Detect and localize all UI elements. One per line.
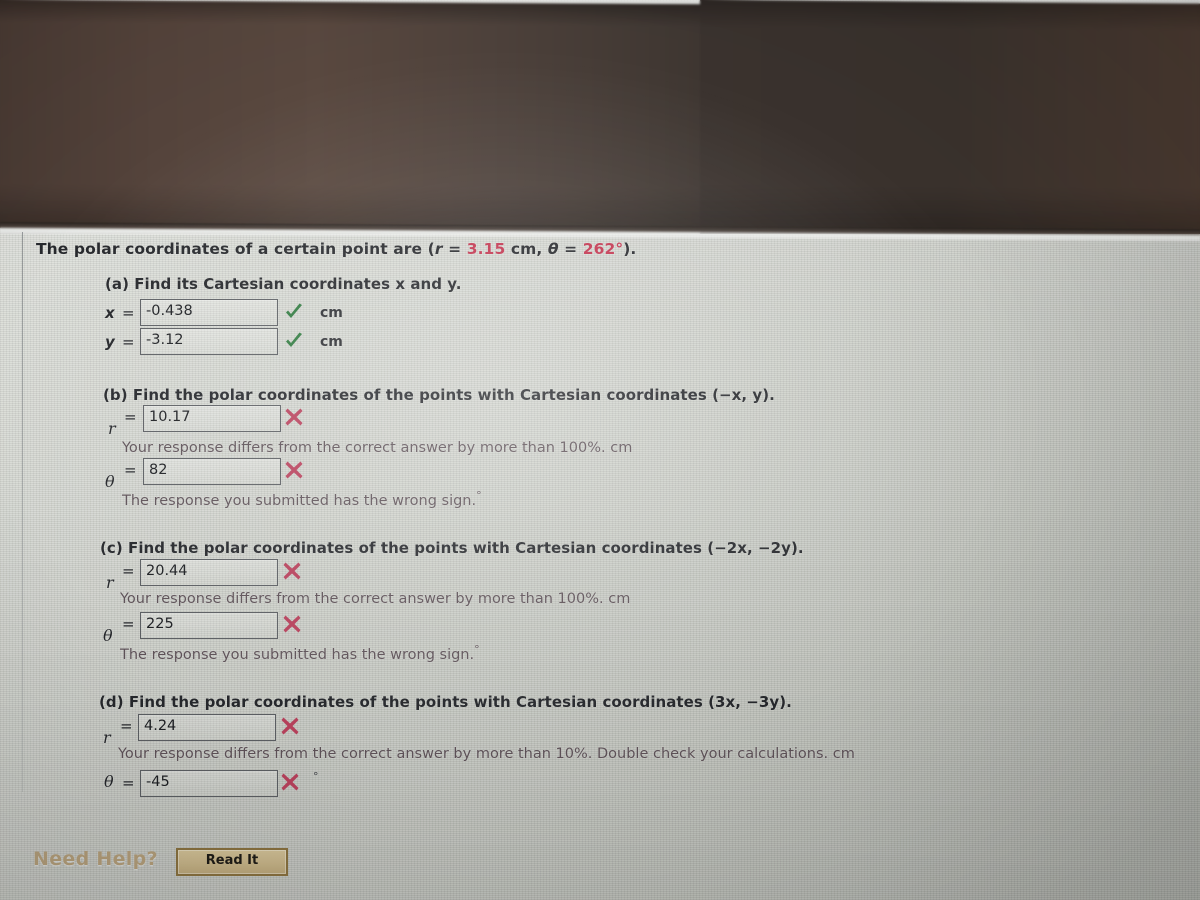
- read-it-button[interactable]: Read It: [176, 848, 288, 876]
- unit-b-theta: °: [476, 489, 482, 502]
- answer-input-a-y-value: -3.12: [146, 332, 184, 348]
- unit-b-r: cm: [610, 440, 633, 456]
- part-d-row-0-equals: =: [120, 717, 133, 735]
- part-a-row-1-label: y: [105, 333, 115, 351]
- question-prompt: The polar coordinates of a certain point…: [36, 240, 636, 258]
- prompt-theta-value: 262°: [582, 240, 624, 258]
- unit-c-theta: °: [474, 643, 480, 656]
- cross-icon: [281, 613, 303, 635]
- cross-icon: [279, 771, 301, 793]
- part-b-row-1-label: θ: [105, 472, 115, 491]
- prompt-prefix: The polar coordinates of a certain point…: [36, 240, 435, 258]
- part-a-row-0-label: x: [105, 304, 115, 322]
- prompt-r-equals: =: [442, 240, 467, 258]
- feedback-d-r-text: Your response differs from the correct a…: [118, 746, 829, 762]
- unit-a-y: cm: [320, 334, 343, 350]
- answer-input-c-theta[interactable]: 225: [140, 612, 278, 639]
- prompt-suffix: ).: [623, 240, 637, 258]
- part-c-heading: (c) Find the polar coordinates of the po…: [100, 539, 804, 557]
- part-b-heading: (b) Find the polar coordinates of the po…: [103, 386, 775, 404]
- cross-icon: [283, 459, 305, 481]
- answer-input-c-r[interactable]: 20.44: [140, 559, 278, 586]
- problem-content: The polar coordinates of a certain point…: [0, 0, 1200, 900]
- feedback-b-theta: The response you submitted has the wrong…: [122, 489, 482, 509]
- cross-icon: [283, 406, 305, 428]
- feedback-c-theta: The response you submitted has the wrong…: [120, 643, 480, 663]
- answer-input-b-theta[interactable]: 82: [143, 458, 281, 485]
- part-c-row-1-equals: =: [122, 615, 135, 633]
- answer-input-d-r-value: 4.24: [144, 718, 177, 734]
- part-d-row-1-label: θ: [104, 772, 114, 791]
- part-a-row-0-equals: =: [122, 304, 135, 322]
- part-b-row-0-label: r: [108, 419, 116, 438]
- answer-input-a-x[interactable]: -0.438: [140, 299, 278, 326]
- part-c-row-1-label: θ: [103, 626, 113, 645]
- answer-input-a-x-value: -0.438: [146, 303, 193, 319]
- prompt-r-unit: cm,: [505, 240, 548, 258]
- part-a-heading: (a) Find its Cartesian coordinates x and…: [105, 275, 462, 293]
- cross-icon: [281, 560, 303, 582]
- check-icon: [283, 301, 305, 323]
- feedback-b-r-text: Your response differs from the correct a…: [122, 440, 606, 456]
- feedback-c-theta-text: The response you submitted has the wrong…: [120, 646, 475, 663]
- prompt-r-value: 3.15: [466, 240, 506, 258]
- part-c-row-0-label: r: [106, 573, 114, 592]
- part-a-row-1-equals: =: [122, 333, 135, 351]
- prompt-theta-symbol: θ: [547, 240, 559, 258]
- part-d-row-0-label: r: [103, 728, 111, 747]
- unit-c-r: cm: [608, 591, 631, 607]
- feedback-b-r: Your response differs from the correct a…: [122, 440, 632, 456]
- check-icon: [283, 330, 305, 352]
- part-d-row-1-equals: =: [122, 774, 135, 792]
- answer-input-d-r[interactable]: 4.24: [138, 714, 276, 741]
- part-d-heading: (d) Find the polar coordinates of the po…: [99, 693, 792, 711]
- feedback-c-r-text: Your response differs from the correct a…: [120, 591, 604, 607]
- answer-input-b-r[interactable]: 10.17: [143, 405, 281, 432]
- answer-input-b-theta-value: 82: [149, 462, 168, 478]
- unit-d-r: cm: [832, 746, 855, 762]
- answer-input-c-theta-value: 225: [146, 616, 174, 632]
- prompt-r-symbol: r: [434, 240, 443, 258]
- feedback-d-r: Your response differs from the correct a…: [118, 746, 855, 762]
- answer-input-d-theta[interactable]: -45: [140, 770, 278, 797]
- need-help-label: Need Help?: [33, 848, 158, 870]
- answer-input-c-r-value: 20.44: [146, 563, 188, 579]
- unit-d-theta: °: [313, 770, 319, 783]
- feedback-b-theta-text: The response you submitted has the wrong…: [122, 492, 477, 509]
- cross-icon: [279, 715, 301, 737]
- part-b-row-1-equals: =: [124, 461, 137, 479]
- read-it-button-label: Read It: [205, 853, 259, 868]
- feedback-c-r: Your response differs from the correct a…: [120, 591, 630, 607]
- part-c-row-0-equals: =: [122, 562, 135, 580]
- unit-a-x: cm: [320, 305, 343, 321]
- prompt-theta-equals: =: [558, 240, 583, 258]
- answer-input-d-theta-value: -45: [146, 774, 170, 790]
- answer-input-b-r-value: 10.17: [149, 409, 191, 425]
- answer-input-a-y[interactable]: -3.12: [140, 328, 278, 355]
- part-b-row-0-equals: =: [124, 408, 137, 426]
